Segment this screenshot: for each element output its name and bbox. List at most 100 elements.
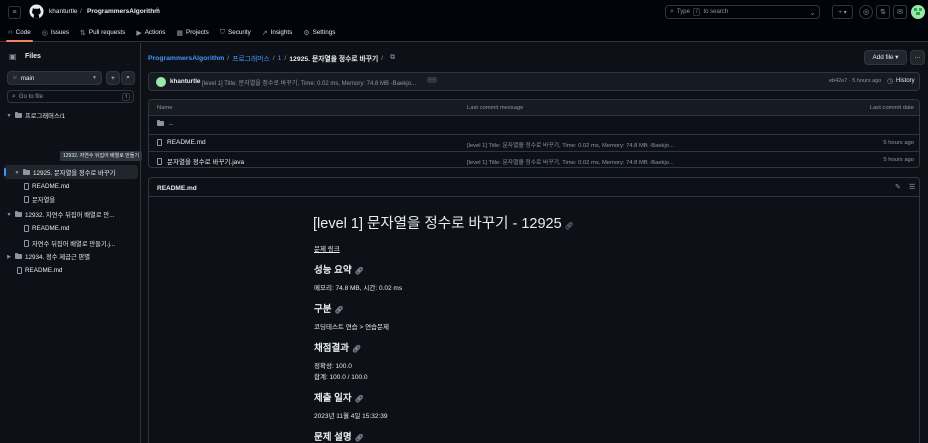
column-header-message: Last commit message [467, 105, 524, 111]
outline-list-icon[interactable]: ☰ [909, 183, 915, 191]
tree-file-readme-root[interactable]: README.md [17, 264, 62, 277]
readme-title-text: [level 1] 문자열을 정수로 바꾸기 - 12925 [313, 216, 562, 232]
tree-label: README.md [25, 267, 63, 274]
breadcrumb-separator: / [227, 54, 230, 62]
commit-expand-icon[interactable]: ··· [427, 77, 437, 83]
repo-name[interactable]: ProgrammersAlgorithm [87, 8, 160, 15]
readme-title: [level 1] 문자열을 정수로 바꾸기 - 12925 🔗︎ [313, 212, 574, 233]
folder-icon [157, 120, 164, 126]
history-link[interactable]: History [896, 78, 915, 84]
file-icon [157, 139, 162, 146]
pull-requests-icon[interactable]: ⇅ [876, 5, 890, 19]
readme-file-label[interactable]: README.md [157, 185, 197, 192]
breadcrumb-trailing-separator: / [381, 54, 384, 62]
tab-actions[interactable]: ▶ Actions [136, 24, 165, 42]
table-row-parent[interactable]: .. [157, 120, 173, 127]
search-files-icon-button[interactable]: ⌕ [121, 71, 135, 85]
tree-file-java-12932[interactable]: 자연수 뒤집어 배열로 만들기.j... [24, 237, 115, 250]
tree-label: README.md [32, 225, 70, 232]
files-table: Name Last commit message Last commit dat… [148, 99, 920, 168]
tree-folder-12925[interactable]: ▼ 12925. 문자열을 정수로 바꾸기 [14, 166, 115, 179]
copy-path-icon[interactable]: ⧉ [390, 54, 395, 62]
go-to-file-key-hint: t [122, 92, 130, 101]
file-icon [24, 240, 29, 247]
breadcrumb-dir-2[interactable]: 1 [278, 55, 282, 62]
file-commit-date: 5 hours ago [883, 140, 914, 146]
breadcrumb: ProgrammersAlgorithm / 프로그래머스 / 1 / 1292… [148, 53, 395, 63]
tab-security[interactable]: ⛉ Security [220, 24, 251, 42]
search-input[interactable]: ⌕ Type / to search [665, 5, 820, 19]
tab-issues[interactable]: ◎ Issues [42, 24, 69, 42]
link-anchor-icon[interactable]: 🔗︎ [352, 346, 361, 353]
tab-label: Security [228, 29, 251, 36]
breadcrumb-dir-1[interactable]: 프로그래머스 [232, 53, 270, 63]
file-tree-sidebar: ▣ Files ⑂ main ▼ + ⌕ ⌕ Go to file t ▼ 프로… [0, 43, 143, 443]
branch-selector[interactable]: ⑂ main ▼ [7, 71, 102, 85]
edit-pencil-icon[interactable]: ✎ [895, 183, 901, 191]
folder-icon [15, 112, 22, 118]
shield-icon: ⛉ [219, 28, 225, 36]
create-new-button[interactable]: + ▾ [832, 5, 853, 19]
breadcrumb-repo[interactable]: ProgrammersAlgorithm [148, 55, 224, 62]
issues-icon[interactable]: ◎ [859, 5, 873, 19]
github-logo-icon[interactable] [29, 4, 44, 19]
tree-file-readme-12932[interactable]: README.md [24, 222, 69, 235]
chevron-right-icon: ▶ [7, 253, 11, 260]
file-commit-message[interactable]: [level 1] Title: 문자열을 정수로 바꾸기, Time: 0.0… [467, 157, 674, 166]
breadcrumb-separator: / [272, 54, 275, 62]
problem-link[interactable]: 문제 링크 [314, 243, 340, 253]
commit-hash-time[interactable]: eb42e7 · 5 hours ago [829, 78, 881, 84]
heading-text: 성능 요약 [314, 265, 352, 276]
folder-icon [15, 211, 22, 217]
tab-label: Pull requests [88, 29, 126, 36]
table-row[interactable]: README.md [157, 139, 206, 146]
tab-insights[interactable]: ↗ Insights [262, 24, 293, 42]
divider [149, 115, 919, 116]
more-options-button[interactable]: ··· [910, 50, 925, 65]
heading-text: 구분 [314, 304, 332, 315]
commit-message[interactable]: [level 1] Title: 문자열을 정수로 바꾸기, Time: 0.0… [202, 78, 416, 87]
table-row[interactable]: 문자열을 정수로 바꾸기.java [157, 156, 244, 166]
history-icon: ◷ [887, 78, 894, 85]
file-name[interactable]: 문자열을 정수로 바꾸기.java [167, 156, 244, 166]
branch-icon: ⑂ [13, 74, 17, 82]
sidebar-collapse-icon[interactable]: ▣ [9, 52, 17, 61]
file-commit-message[interactable]: [level 1] Title: 문자열을 정수로 바꾸기, Time: 0.0… [467, 140, 674, 149]
tab-projects[interactable]: ▦ Projects [176, 24, 208, 42]
tree-label: 자연수 뒤집어 배열로 만들기.j... [32, 241, 116, 248]
tree-file-readme-12925[interactable]: README.md [24, 180, 69, 193]
heading-text: 문제 설명 [314, 432, 352, 443]
tab-pull-requests[interactable]: ⇅ Pull requests [80, 24, 125, 42]
performance-text: 메모리: 74.8 MB, 시간: 0.02 ms [314, 285, 403, 292]
link-anchor-icon[interactable]: 🔗︎ [334, 307, 343, 314]
tooltip: 12932. 자연수 뒤집어 배열로 만들기 [60, 151, 143, 161]
inbox-icon[interactable]: ✉ [893, 5, 907, 19]
column-header-date: Last commit date [869, 105, 914, 111]
avatar[interactable] [911, 5, 925, 19]
add-file-button[interactable]: Add file ▾ [864, 50, 907, 65]
tree-folder-12932[interactable]: ▼ 12932. 자연수 뒤집어 배열로 만... [6, 208, 114, 221]
go-to-file-input[interactable]: ⌕ Go to file t [7, 90, 134, 103]
tab-code[interactable]: ‹› Code [6, 24, 33, 42]
tree-label: 12934. 정수 제곱근 판별 [25, 254, 91, 261]
link-anchor-icon[interactable]: 🔗︎ [565, 223, 574, 230]
tree-folder-programmers[interactable]: ▼ 프로그래머스/1 [6, 109, 65, 122]
actions-icon: ▶ [136, 29, 142, 37]
link-anchor-icon[interactable]: 🔗︎ [355, 396, 364, 403]
add-file-icon-button[interactable]: + [106, 71, 120, 85]
divider [149, 151, 919, 152]
submit-date-text: 2023년 11월 4일 15:32:39 [314, 413, 388, 420]
tree-folder-12934[interactable]: ▶ 12934. 정수 제곱근 판별 [6, 250, 90, 263]
tree-file-java-12925[interactable]: 문자열을 [24, 193, 55, 206]
author-avatar[interactable] [156, 77, 166, 87]
command-palette-icon[interactable]: ⌄ [806, 6, 819, 19]
menu-icon[interactable]: ≡ [8, 6, 21, 19]
tab-settings[interactable]: ⚙ Settings [303, 24, 335, 42]
tab-label: Issues [50, 29, 70, 36]
link-anchor-icon[interactable]: 🔗︎ [355, 435, 364, 442]
search-suffix: to search [703, 9, 729, 15]
commit-author[interactable]: khanturtle [170, 78, 200, 85]
link-anchor-icon[interactable]: 🔗︎ [355, 268, 364, 275]
file-name[interactable]: README.md [167, 139, 206, 146]
repo-owner[interactable]: khanturtle [49, 8, 78, 15]
